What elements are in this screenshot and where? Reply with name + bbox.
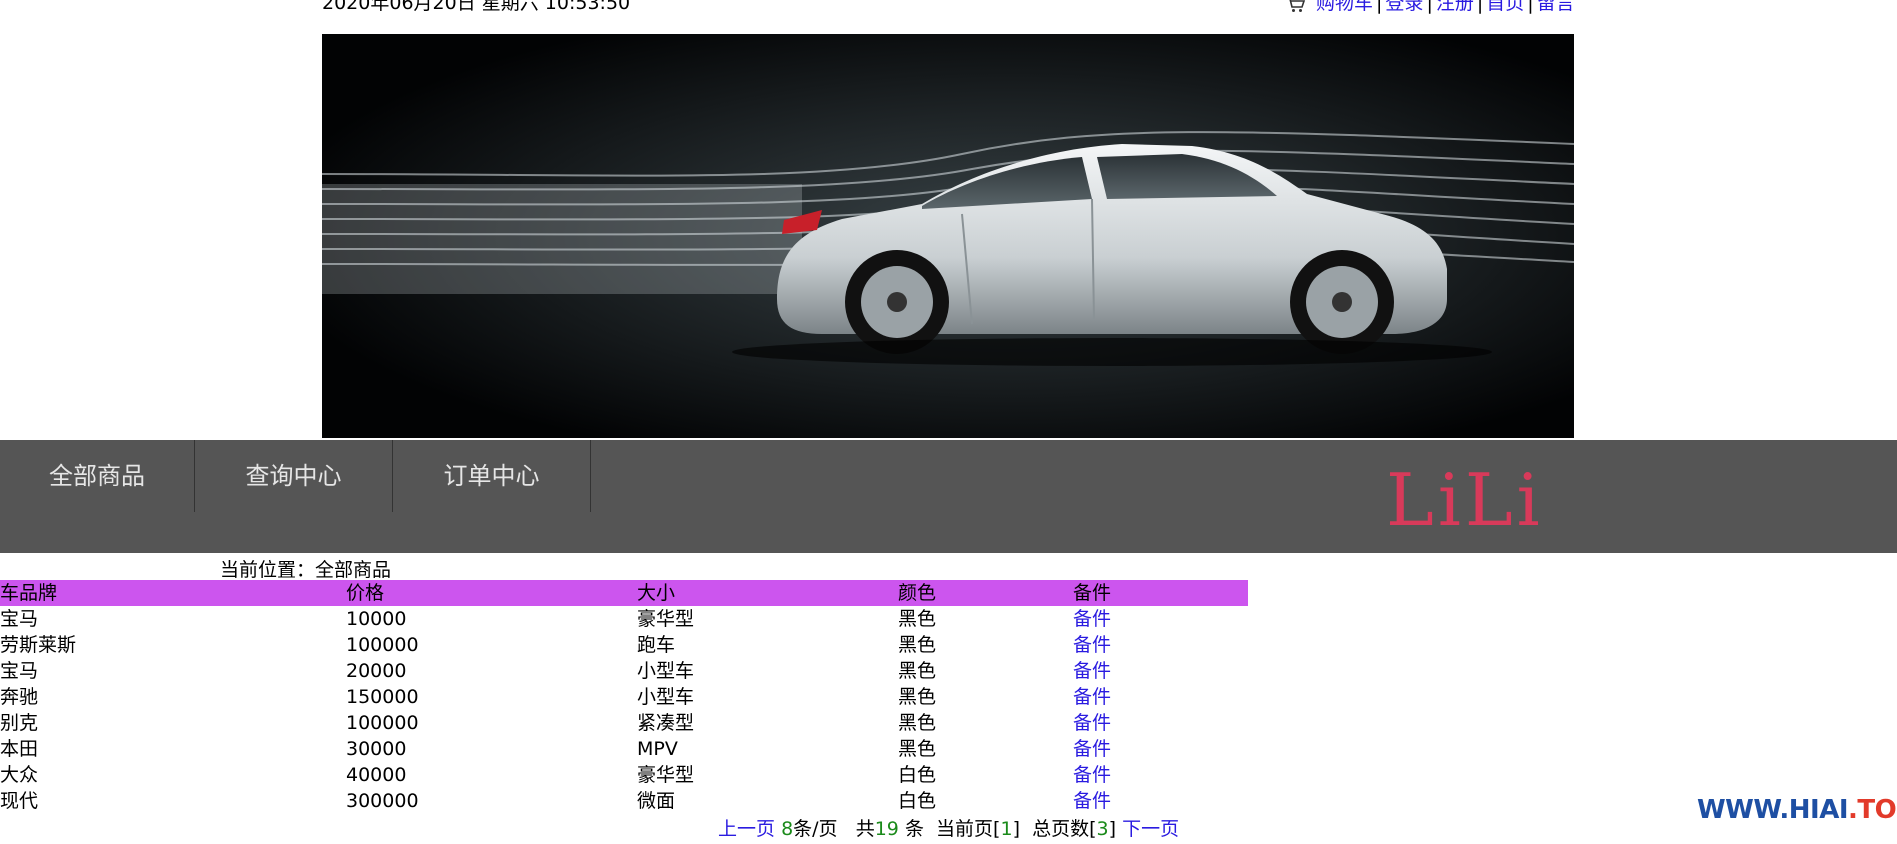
table-row: 劳斯莱斯 100000 跑车 黑色 备件: [0, 632, 1248, 658]
pagination: 上一页 8条/页 共19 条 当前页[1] 总页数[3] 下一页: [718, 814, 1179, 841]
size-cell: 跑车: [637, 634, 676, 656]
date-text: 2020年06月20日 星期六 10:53:50: [322, 0, 631, 14]
watermark-hiai: HIAI: [1788, 795, 1849, 825]
price-cell: 20000: [346, 660, 407, 682]
total-pages-prefix: 总页数[: [1032, 818, 1097, 840]
nav-query-center[interactable]: 查询中心: [195, 440, 393, 512]
total-count: 19: [874, 818, 899, 840]
price-cell: 30000: [346, 738, 407, 760]
table-row: 别克 100000 紧凑型 黑色 备件: [0, 710, 1248, 736]
color-cell: 黑色: [898, 660, 937, 682]
brand-cell: 宝马: [0, 608, 39, 630]
parts-link[interactable]: 备件: [1073, 788, 1111, 814]
price-cell: 40000: [346, 764, 407, 786]
color-cell: 黑色: [898, 712, 937, 734]
parts-link[interactable]: 备件: [1073, 710, 1111, 736]
size-cell: 小型车: [637, 660, 695, 682]
login-link[interactable]: 登录: [1385, 0, 1423, 14]
color-cell: 黑色: [898, 738, 937, 760]
column-header-parts: 备件: [1073, 582, 1112, 604]
nav-all-products[interactable]: 全部商品: [0, 440, 195, 512]
cart-link[interactable]: 购物车: [1316, 0, 1373, 14]
main-nav: 全部商品 查询中心 订单中心 LiLi: [0, 440, 1897, 553]
color-cell: 黑色: [898, 634, 937, 656]
cart-icon[interactable]: [1286, 0, 1306, 12]
site-logo: LiLi: [1386, 458, 1544, 542]
size-cell: 微面: [637, 790, 676, 812]
per-page-suffix: 条/页: [793, 818, 838, 840]
color-cell: 白色: [898, 790, 937, 812]
watermark-top: .TOP: [1848, 795, 1897, 825]
size-cell: 紧凑型: [637, 712, 695, 734]
table-row: 宝马 20000 小型车 黑色 备件: [0, 658, 1248, 684]
table-row: 现代 300000 微面 白色 备件: [0, 788, 1248, 814]
parts-link[interactable]: 备件: [1073, 606, 1111, 632]
size-cell: 小型车: [637, 686, 695, 708]
brand-cell: 劳斯莱斯: [0, 634, 77, 656]
separator: |: [1376, 0, 1383, 14]
color-cell: 黑色: [898, 686, 937, 708]
register-link[interactable]: 注册: [1436, 0, 1474, 14]
total-prefix: 共: [855, 818, 875, 840]
column-header-price: 价格: [346, 582, 385, 604]
table-header-row: 车品牌 价格 大小 颜色 备件: [0, 580, 1248, 606]
size-cell: 豪华型: [637, 764, 695, 786]
price-cell: 10000: [346, 608, 407, 630]
brand-cell: 本田: [0, 738, 39, 760]
prev-page-link[interactable]: 上一页: [718, 818, 775, 840]
price-cell: 100000: [346, 634, 419, 656]
message-link[interactable]: 留言: [1537, 0, 1575, 14]
current-page-prefix: 当前页[: [936, 818, 1001, 840]
table-row: 本田 30000 MPV 黑色 备件: [0, 736, 1248, 762]
price-cell: 100000: [346, 712, 419, 734]
column-header-color: 颜色: [898, 582, 937, 604]
size-cell: 豪华型: [637, 608, 695, 630]
brand-cell: 别克: [0, 712, 39, 734]
color-cell: 黑色: [898, 608, 937, 630]
current-page: 1: [1000, 818, 1013, 840]
total-suffix: 条: [904, 818, 924, 840]
separator: |: [1527, 0, 1534, 14]
home-link[interactable]: 首页: [1486, 0, 1524, 14]
separator: |: [1426, 0, 1433, 14]
parts-link[interactable]: 备件: [1073, 632, 1111, 658]
table-row: 宝马 10000 豪华型 黑色 备件: [0, 606, 1248, 632]
color-cell: 白色: [898, 764, 937, 786]
parts-link[interactable]: 备件: [1073, 736, 1111, 762]
parts-link[interactable]: 备件: [1073, 684, 1111, 710]
parts-link[interactable]: 备件: [1073, 658, 1111, 684]
table-row: 奔驰 150000 小型车 黑色 备件: [0, 684, 1248, 710]
table-row: 大众 40000 豪华型 白色 备件: [0, 762, 1248, 788]
watermark: WWW.HIAI.TOP: [1697, 795, 1897, 825]
watermark-www: WWW.: [1697, 795, 1789, 825]
parts-link[interactable]: 备件: [1073, 762, 1111, 788]
brand-cell: 大众: [0, 764, 39, 786]
total-pages: 3: [1096, 818, 1109, 840]
top-links: 购物车 | 登录 | 注册 | 首页 | 留言: [1286, 0, 1575, 15]
top-bar: 2020年06月20日 星期六 10:53:50 购物车 | 登录 | 注册 | 首页 | 留言: [0, 0, 1897, 34]
product-table: 车品牌 价格 大小 颜色 备件 宝马 10000 豪华型 黑色 备件 劳斯莱斯 …: [0, 580, 1248, 814]
separator: |: [1476, 0, 1484, 14]
current-page-suffix: ]: [1012, 818, 1020, 840]
banner-image: [322, 34, 1574, 438]
breadcrumb: 当前位置：全部商品: [220, 559, 392, 581]
column-header-size: 大小: [637, 582, 676, 604]
size-cell: MPV: [637, 738, 678, 760]
nav-order-center[interactable]: 订单中心: [393, 440, 591, 512]
price-cell: 300000: [346, 790, 419, 812]
brand-cell: 奔驰: [0, 686, 39, 708]
column-header-brand: 车品牌: [0, 582, 58, 604]
total-pages-suffix: ]: [1108, 818, 1117, 840]
next-page-link[interactable]: 下一页: [1122, 818, 1179, 840]
price-cell: 150000: [346, 686, 419, 708]
per-page-count: 8: [781, 818, 794, 840]
brand-cell: 宝马: [0, 660, 39, 682]
brand-cell: 现代: [0, 790, 39, 812]
